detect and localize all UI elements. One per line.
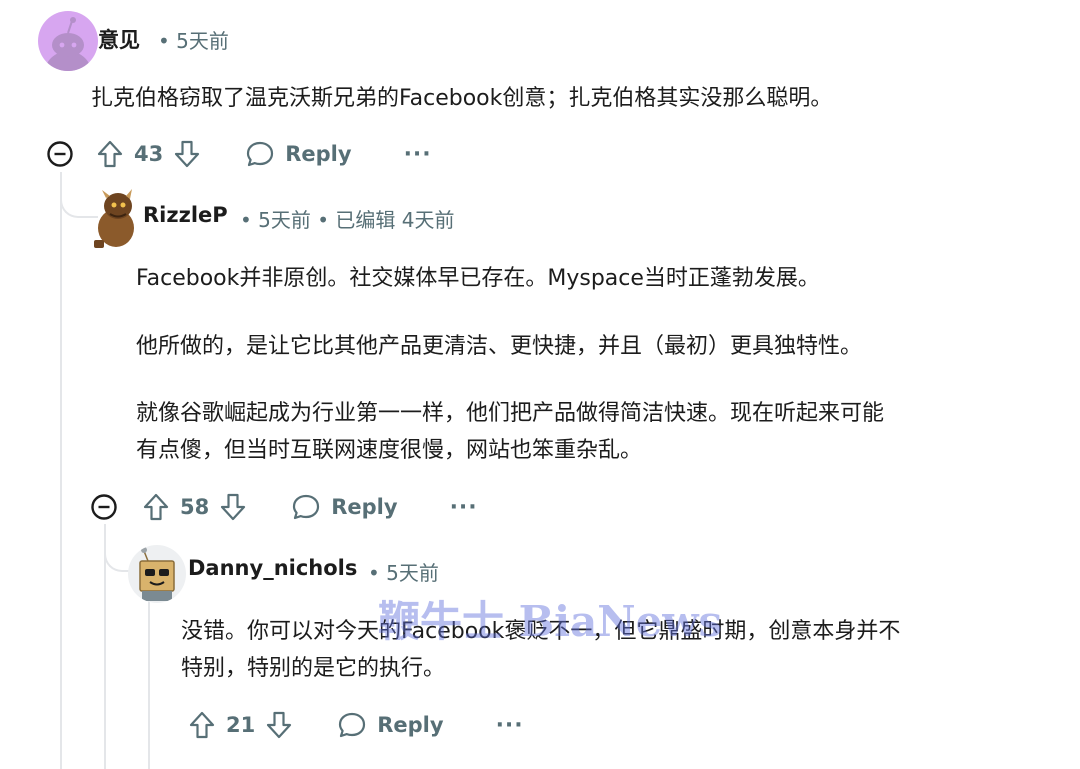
arrow-down-icon (175, 140, 200, 168)
arrow-up-icon (97, 140, 123, 168)
speech-bubble-icon (293, 494, 320, 520)
minus-circle-icon (47, 141, 73, 167)
downvote-button[interactable] (265, 710, 293, 740)
thread-line-level-3 (148, 596, 150, 769)
gruffalo-avatar-icon (94, 189, 134, 248)
more-options-button[interactable]: ··· (496, 713, 524, 738)
more-options-button[interactable]: ··· (404, 142, 432, 167)
comment-actions: 58 Reply ··· (90, 491, 478, 523)
comment-meta: • 5天前 (368, 561, 439, 585)
boxhead-avatar-icon (139, 547, 175, 601)
comment-body: 没错。你可以对今天的Facebook褒贬不一，但它鼎盛时期，创意本身并不 (181, 619, 901, 644)
arrow-up-icon (143, 493, 169, 521)
upvote-button[interactable] (96, 139, 124, 169)
collapse-button[interactable] (90, 493, 118, 521)
upvote-button[interactable] (188, 710, 216, 740)
vote-score: 58 (180, 495, 210, 519)
snoo-avatar-icon (44, 17, 92, 71)
arrow-down-icon (221, 493, 246, 521)
comment-meta: • 5天前 • 已编辑 4天前 (240, 208, 455, 232)
comment-body: 就像谷歌崛起成为行业第一一样，他们把产品做得简洁快速。现在听起来可能 (136, 401, 885, 426)
comment-actions: 43 Reply ··· (46, 138, 432, 170)
avatar[interactable] (128, 545, 186, 603)
comment-body: 他所做的，是让它比其他产品更清洁、更快捷，并且（最初）更具独特性。 (136, 334, 863, 359)
comment-body: Facebook并非原创。社交媒体早已存在。Myspace当时正蓬勃发展。 (136, 266, 820, 291)
thread-line-level-1 (60, 172, 62, 769)
downvote-button[interactable] (219, 492, 247, 522)
comment-body: 特别，特别的是它的执行。 (181, 656, 446, 681)
comment-body: 扎克伯格窃取了温克沃斯兄弟的Facebook创意；扎克伯格其实没那么聪明。 (91, 86, 833, 111)
username[interactable]: 意见 (98, 24, 140, 54)
arrow-down-icon (267, 711, 292, 739)
upvote-button[interactable] (142, 492, 170, 522)
speech-bubble-icon (339, 712, 366, 738)
comment-actions: 21 Reply ··· (188, 709, 524, 741)
vote-score: 43 (134, 142, 164, 166)
downvote-button[interactable] (173, 139, 201, 169)
collapse-button[interactable] (46, 140, 74, 168)
username[interactable]: RizzleP (143, 203, 228, 227)
more-options-button[interactable]: ··· (450, 495, 478, 520)
minus-circle-icon (91, 494, 117, 520)
avatar[interactable] (88, 188, 140, 248)
reply-label: Reply (377, 713, 444, 737)
reply-button[interactable]: Reply (337, 710, 444, 740)
reply-label: Reply (285, 142, 352, 166)
comment-meta: • 5天前 (158, 29, 229, 53)
vote-score: 21 (226, 713, 256, 737)
reply-button[interactable]: Reply (245, 139, 352, 169)
avatar[interactable] (38, 11, 98, 71)
username[interactable]: Danny_nichols (188, 556, 357, 580)
reply-button[interactable]: Reply (291, 492, 398, 522)
arrow-up-icon (189, 711, 215, 739)
speech-bubble-icon (247, 141, 274, 167)
reply-label: Reply (331, 495, 398, 519)
comment-body: 有点傻，但当时互联网速度很慢，网站也笨重杂乱。 (136, 438, 643, 463)
